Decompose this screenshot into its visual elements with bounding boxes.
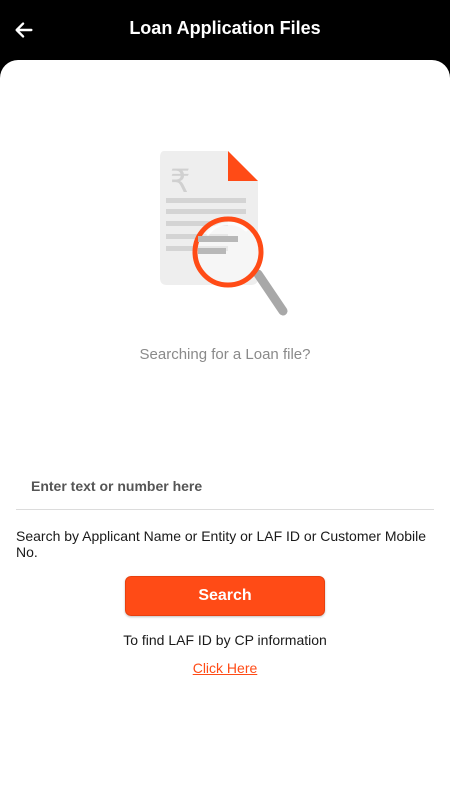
cp-info-text: To find LAF ID by CP information (123, 632, 327, 648)
svg-text:₹: ₹ (170, 162, 190, 200)
click-here-link[interactable]: Click Here (193, 660, 258, 676)
search-field[interactable] (16, 462, 434, 510)
search-prompt: Searching for a Loan file? (139, 346, 311, 363)
search-hint: Search by Applicant Name or Entity or LA… (16, 528, 427, 560)
content-sheet: ₹ Searching for a Loan file? Search by A… (0, 60, 450, 800)
back-button[interactable] (8, 14, 40, 46)
app-header: Loan Application Files (0, 0, 450, 62)
click-here-row: Click Here (0, 660, 450, 676)
arrow-left-icon (15, 22, 33, 38)
search-input[interactable] (16, 462, 434, 509)
search-button[interactable]: Search (125, 576, 325, 616)
document-search-icon: ₹ (150, 148, 300, 323)
page-title: Loan Application Files (129, 18, 321, 38)
